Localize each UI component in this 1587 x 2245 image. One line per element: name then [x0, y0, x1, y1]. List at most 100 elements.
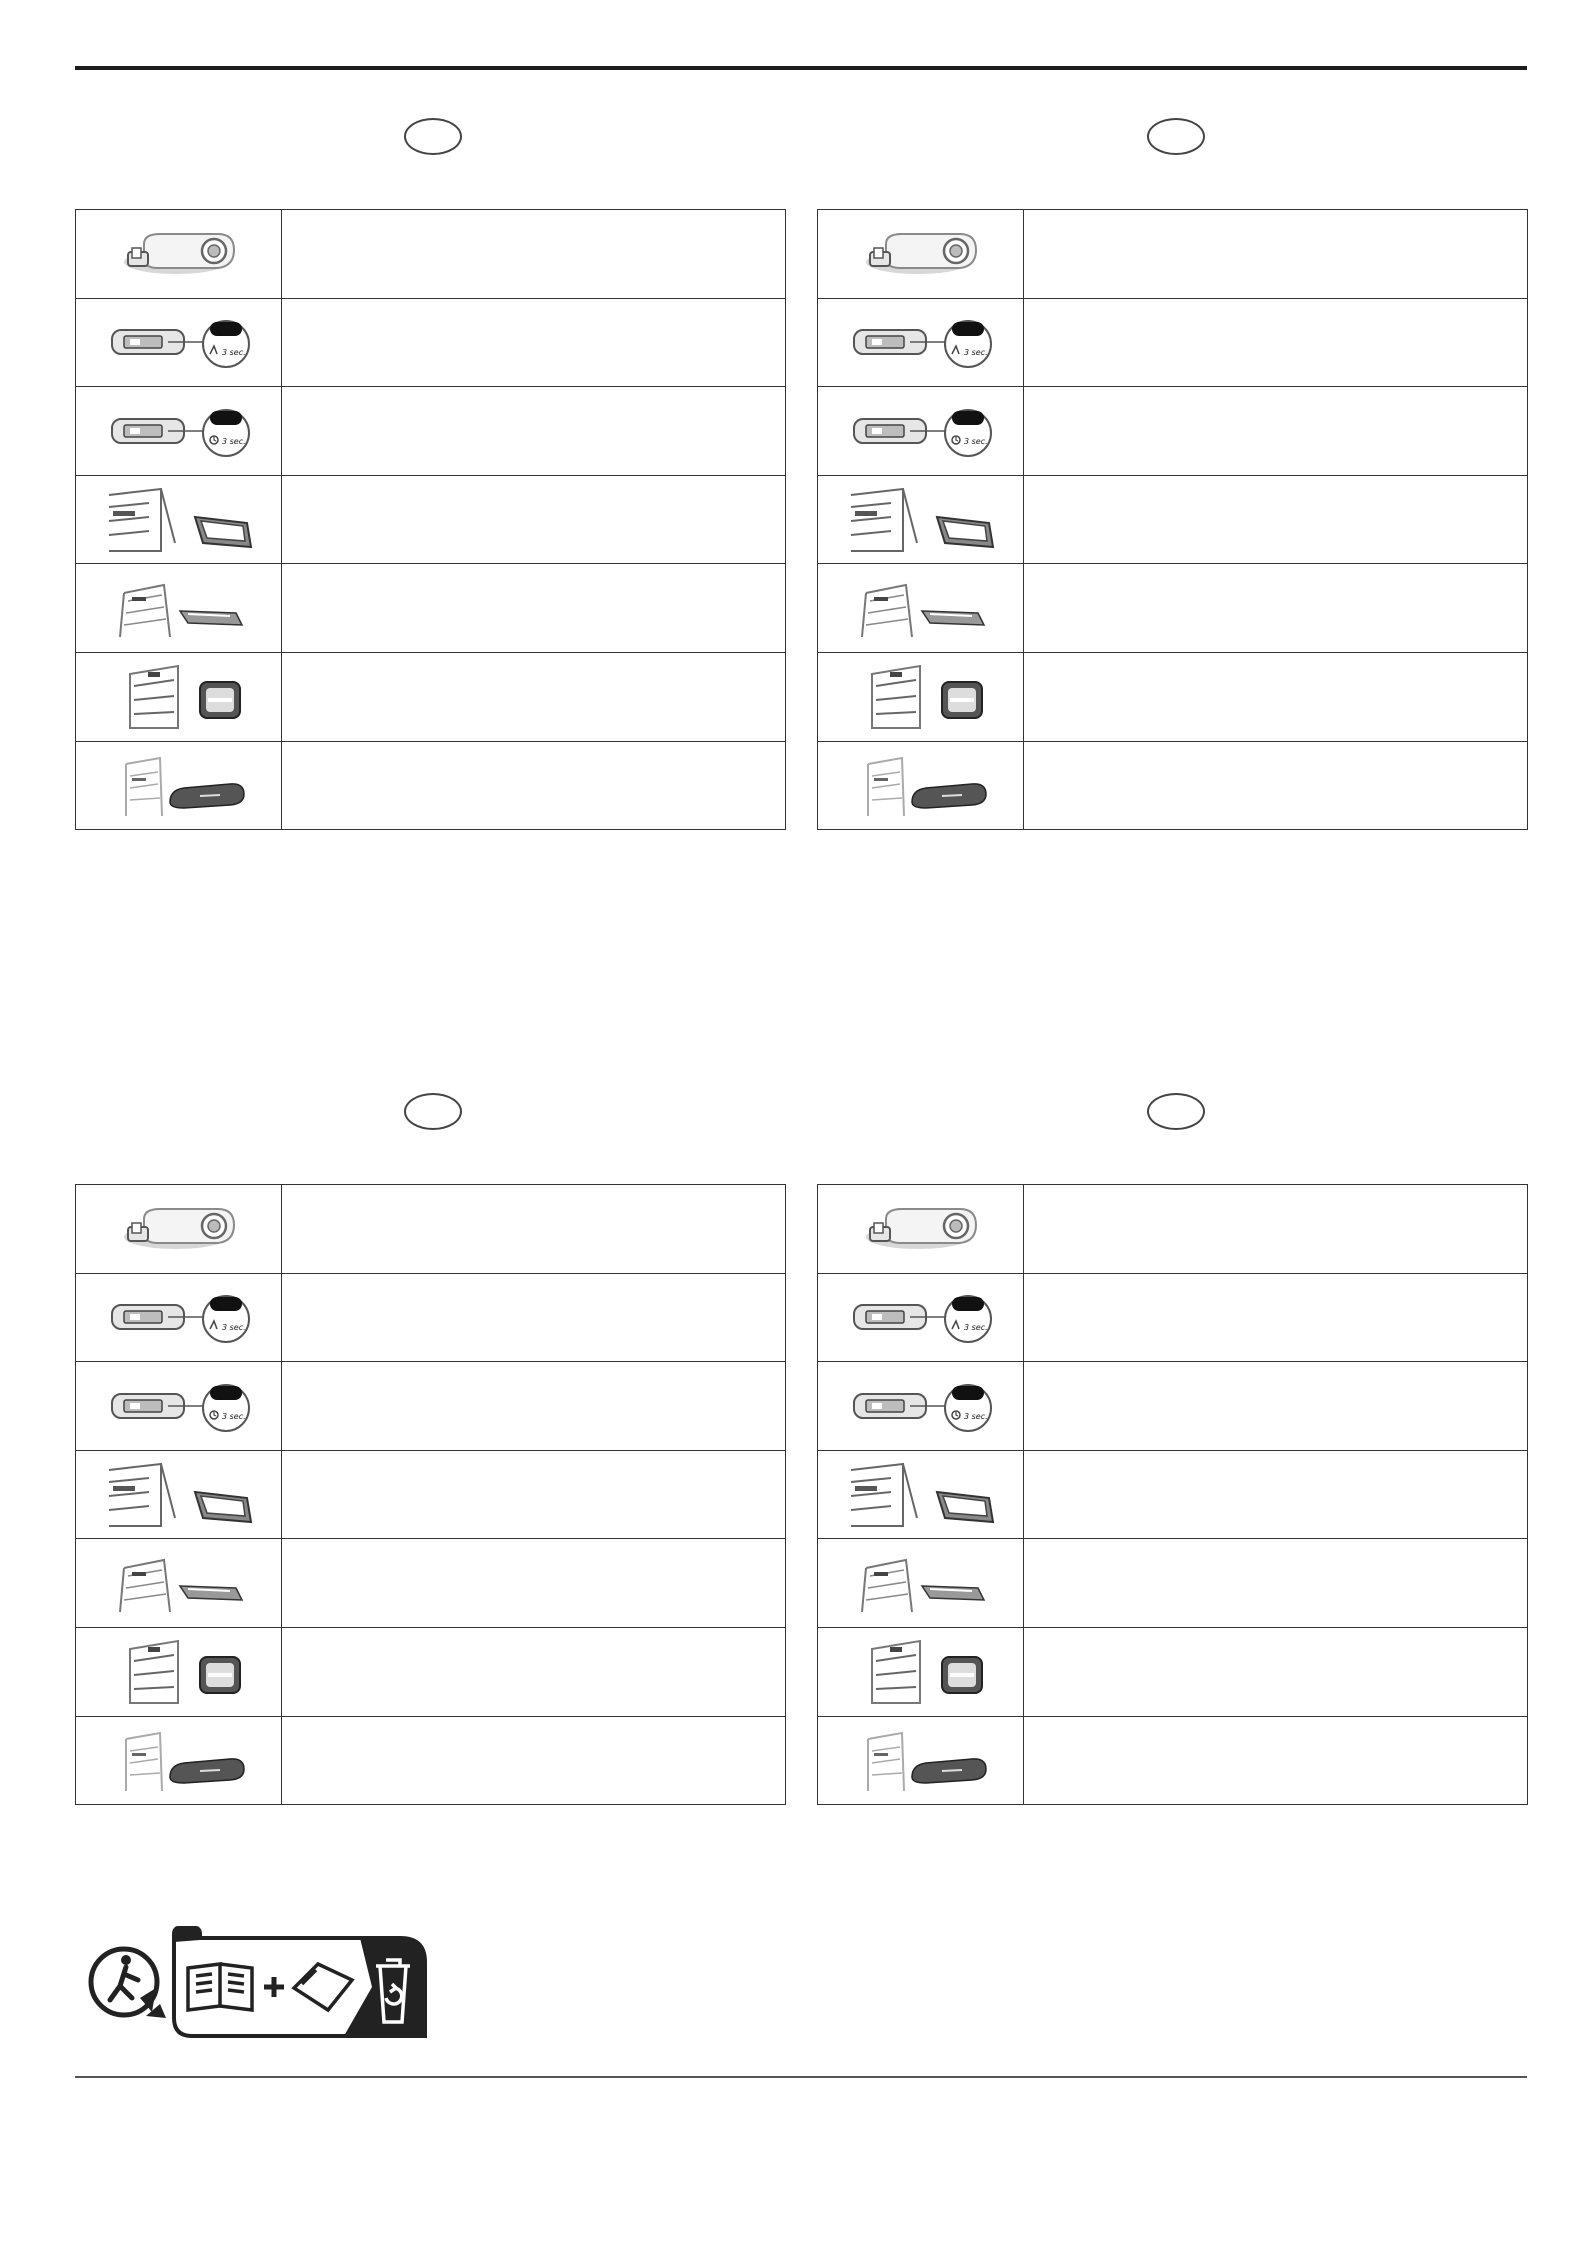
instruction-text	[281, 563, 786, 653]
instruction-text	[281, 1272, 786, 1363]
svg-text:3 sec.: 3 sec.	[964, 1412, 988, 1421]
table-row: 3 sec.	[75, 297, 786, 388]
control-panel-timer-3sec-icon: 3 sec.	[817, 386, 1024, 476]
instruction-text	[281, 740, 786, 831]
table-row	[817, 740, 1528, 831]
instruction-text	[1023, 386, 1528, 476]
table-row	[817, 474, 1528, 565]
triman-icon	[88, 1946, 166, 2018]
table-row	[75, 1449, 786, 1540]
top-rule	[75, 66, 1527, 70]
table-row	[817, 1449, 1528, 1540]
svg-text:3 sec.: 3 sec.	[964, 437, 988, 446]
table-row	[75, 563, 786, 653]
table-row: 3 sec.	[817, 1361, 1528, 1451]
led-lamp-icon	[817, 1184, 1024, 1274]
svg-text:3 sec.: 3 sec.	[964, 348, 988, 357]
fridge-bar-lamp-icon	[75, 740, 282, 831]
instruction-text	[1023, 1715, 1528, 1806]
svg-text:3 sec.: 3 sec.	[964, 1323, 988, 1332]
instruction-text	[281, 1184, 786, 1274]
recycling-info-logo	[88, 1926, 427, 2038]
svg-text:3 sec.: 3 sec.	[222, 1323, 246, 1332]
fridge-square-lamp-icon	[817, 1626, 1024, 1717]
table-row	[817, 209, 1528, 299]
led-lamp-icon	[817, 209, 1024, 299]
table-row	[75, 209, 786, 299]
led-lamp-icon	[75, 1184, 282, 1274]
fridge-light-cover-icon	[75, 474, 282, 565]
fridge-square-lamp-icon	[75, 1626, 282, 1717]
table-row: 3 sec.	[817, 386, 1528, 476]
fridge-square-lamp-icon	[817, 651, 1024, 742]
table-row	[75, 474, 786, 565]
instruction-text	[1023, 209, 1528, 299]
instruction-text	[281, 1715, 786, 1806]
instruction-table-3: 3 sec. 3 sec.	[75, 1184, 786, 1806]
table-row	[817, 1626, 1528, 1717]
table-row	[817, 1715, 1528, 1806]
instruction-text	[1023, 740, 1528, 831]
svg-text:3 sec.: 3 sec.	[222, 1412, 246, 1421]
table-row	[75, 1626, 786, 1717]
table-row	[75, 1715, 786, 1806]
instruction-text	[281, 474, 786, 565]
fridge-square-lamp-icon	[75, 651, 282, 742]
fridge-bar-lamp-icon	[817, 1715, 1024, 1806]
fridge-light-cover-icon	[75, 1449, 282, 1540]
instruction-text	[281, 209, 786, 299]
instruction-text	[1023, 1184, 1528, 1274]
control-panel-timer-3sec-icon: 3 sec.	[75, 1361, 282, 1451]
table-row	[75, 1184, 786, 1274]
table-row: 3 sec.	[75, 1272, 786, 1363]
table-row	[75, 651, 786, 742]
bottom-rule	[75, 2076, 1527, 2078]
fridge-light-cover-icon	[817, 1449, 1024, 1540]
table-row	[817, 1184, 1528, 1274]
control-panel-press-3sec-icon: 3 sec.	[75, 297, 282, 388]
instruction-table-2: 3 sec. 3 sec.	[817, 209, 1528, 831]
control-panel-timer-3sec-icon: 3 sec.	[75, 386, 282, 476]
table-row	[817, 651, 1528, 742]
instruction-text	[281, 651, 786, 742]
table-row	[817, 1538, 1528, 1628]
control-panel-press-3sec-icon: 3 sec.	[817, 297, 1024, 388]
instruction-table-4: 3 sec. 3 sec.	[817, 1184, 1528, 1806]
fridge-diffuser-icon	[75, 1538, 282, 1628]
fridge-diffuser-icon	[75, 563, 282, 653]
language-badge-1	[404, 118, 462, 155]
fridge-diffuser-icon	[817, 563, 1024, 653]
language-badge-2	[1147, 118, 1205, 155]
instruction-table-1: 3 sec. 3 sec.	[75, 209, 786, 831]
svg-text:3 sec.: 3 sec.	[222, 348, 246, 357]
language-badge-4	[1147, 1093, 1205, 1130]
instruction-text	[1023, 651, 1528, 742]
instruction-text	[1023, 1449, 1528, 1540]
table-row: 3 sec.	[75, 1361, 786, 1451]
instruction-text	[281, 1449, 786, 1540]
fridge-bar-lamp-icon	[75, 1715, 282, 1806]
control-panel-timer-3sec-icon: 3 sec.	[817, 1361, 1024, 1451]
table-row	[75, 740, 786, 831]
instruction-text	[281, 1361, 786, 1451]
instruction-text	[281, 386, 786, 476]
language-badge-3	[404, 1093, 462, 1130]
fridge-diffuser-icon	[817, 1538, 1024, 1628]
table-row: 3 sec.	[817, 1272, 1528, 1363]
control-panel-press-3sec-icon: 3 sec.	[817, 1272, 1024, 1363]
instruction-text	[281, 297, 786, 388]
table-row: 3 sec.	[75, 386, 786, 476]
led-lamp-icon	[75, 209, 282, 299]
svg-text:3 sec.: 3 sec.	[222, 437, 246, 446]
instruction-text	[1023, 563, 1528, 653]
fridge-light-cover-icon	[817, 474, 1024, 565]
table-row	[75, 1538, 786, 1628]
table-row	[817, 563, 1528, 653]
table-row: 3 sec.	[817, 297, 1528, 388]
instruction-text	[1023, 474, 1528, 565]
instruction-text	[1023, 1361, 1528, 1451]
instruction-text	[281, 1626, 786, 1717]
instruction-text	[1023, 1538, 1528, 1628]
instruction-text	[1023, 1626, 1528, 1717]
control-panel-press-3sec-icon: 3 sec.	[75, 1272, 282, 1363]
